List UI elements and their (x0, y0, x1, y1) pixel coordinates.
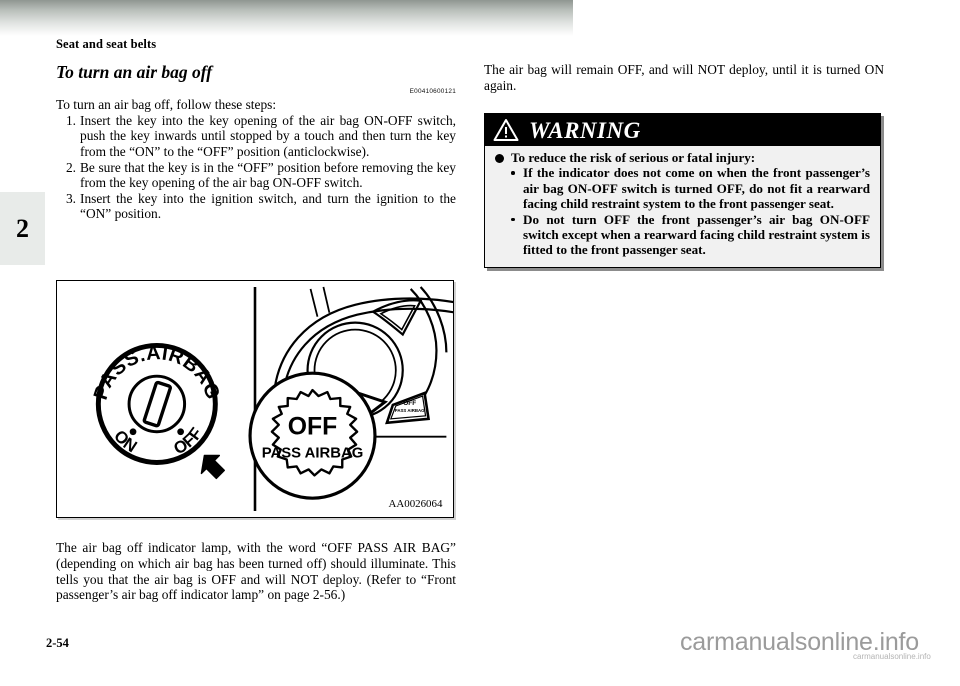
pointer-arrow-icon (200, 454, 226, 480)
page-number: 2-54 (46, 636, 69, 650)
figure-id: AA0026064 (389, 498, 443, 510)
warning-body: To reduce the risk of serious or fatal i… (485, 146, 880, 267)
figure-illustration: PASS.AIRBAG ON OFF OFF PASS AIRBAG OFF P… (90, 286, 453, 512)
step-text: Insert the key into the key opening of t… (80, 112, 456, 159)
reference-code: E00410600121 (409, 88, 456, 96)
list-item: Do not turn OFF the front passenger’s ai… (493, 212, 870, 258)
step-text: Be sure that the key is in the “OFF” pos… (80, 159, 456, 191)
right-column: The air bag will remain OFF, and will NO… (484, 62, 884, 93)
callout-balloon: OFF PASS AIRBAG (248, 371, 389, 500)
running-head: Seat and seat belts (56, 37, 157, 51)
warning-item-text: If the indicator does not come on when t… (523, 165, 870, 212)
bullet-dot-icon (511, 217, 515, 222)
header-gradient-band (0, 0, 573, 36)
dash-indicator-passairbag-label: PASS AIRBAG (395, 408, 425, 413)
warning-item-text: Do not turn OFF the front passenger’s ai… (523, 211, 870, 258)
bullet-dot-icon (495, 154, 504, 163)
callout-passairbag-label: PASS AIRBAG (262, 446, 364, 462)
callout-off-label: OFF (288, 414, 338, 441)
left-column: To turn an air bag off E00410600121 To t… (56, 62, 456, 222)
warning-box: WARNING To reduce the risk of serious or… (484, 113, 881, 268)
dash-indicator-off-label: OFF (403, 400, 416, 407)
warning-heading: WARNING (529, 117, 641, 143)
bullet-dot-icon (511, 171, 515, 175)
rotary-switch-graphic: PASS.AIRBAG ON OFF (90, 342, 226, 480)
list-item: 1. Insert the key into the key opening o… (56, 113, 456, 160)
step-number: 2. (65, 159, 76, 175)
warning-lead: To reduce the risk of serious or fatal i… (493, 150, 870, 165)
dial-dot-off (177, 428, 185, 436)
section-title: To turn an air bag off (56, 62, 213, 82)
lead-paragraph: To turn an air bag off, follow these ste… (56, 97, 277, 113)
step-number: 3. (65, 190, 76, 206)
step-text: Insert the key into the ignition switch,… (80, 190, 456, 222)
chapter-tab: 2 (0, 192, 45, 265)
watermark-small: carmanualsonline.info (853, 652, 931, 661)
list-item: 3. Insert the key into the ignition swit… (56, 191, 456, 222)
intro-paragraph: The air bag will remain OFF, and will NO… (484, 62, 884, 93)
list-item: 2. Be sure that the key is in the “OFF” … (56, 160, 456, 191)
chapter-number: 2 (16, 213, 29, 243)
steps-list: 1. Insert the key into the key opening o… (56, 113, 456, 222)
warning-lead-text: To reduce the risk of serious or fatal i… (511, 150, 756, 165)
after-figure-paragraph: The air bag off indicator lamp, with the… (56, 540, 456, 603)
warning-header: WARNING (485, 114, 880, 146)
dial-dot-on (129, 428, 137, 436)
figure-airbag-switch: PASS.AIRBAG ON OFF OFF PASS AIRBAG OFF P… (56, 280, 454, 518)
warning-triangle-icon (493, 119, 519, 141)
warning-items-list: If the indicator does not come on when t… (493, 165, 870, 257)
list-item: If the indicator does not come on when t… (493, 165, 870, 211)
step-number: 1. (65, 112, 76, 128)
